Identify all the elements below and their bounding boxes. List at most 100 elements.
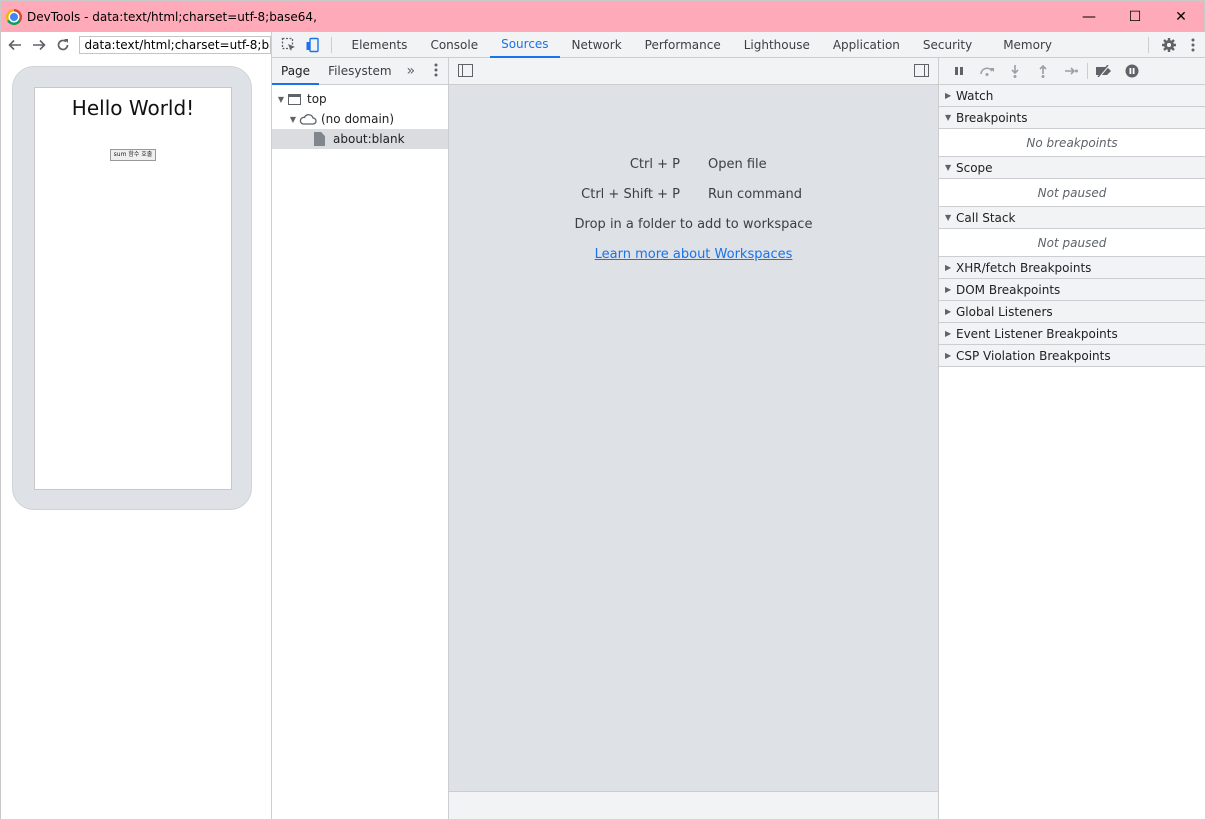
cloud-icon [299, 113, 317, 125]
expanded-triangle-icon: ▼ [945, 213, 952, 222]
preview-nav-bar: data:text/html;charset=utf-8;base64, [1, 32, 272, 57]
section-title: Event Listener Breakpoints [956, 326, 1118, 341]
call-stack-empty-message: Not paused [939, 229, 1205, 257]
collapsed-triangle-icon: ▶ [945, 91, 952, 100]
workspace-drop-text: Drop in a folder to add to workspace [574, 217, 813, 232]
device-toolbar-icon[interactable] [301, 33, 325, 57]
expanded-triangle-icon: ▼ [945, 113, 952, 122]
scope-empty-message: Not paused [939, 179, 1205, 207]
shortcut-keys: Ctrl + P [629, 157, 680, 172]
step-into-icon[interactable] [1001, 59, 1029, 83]
tree-item-top[interactable]: ▼ top [272, 89, 448, 109]
tree-item-label: about:blank [333, 132, 405, 146]
tab-network[interactable]: Network [560, 32, 633, 58]
kebab-menu-icon[interactable] [1181, 33, 1205, 57]
step-out-icon[interactable] [1029, 59, 1057, 83]
minimize-button[interactable]: — [1066, 1, 1112, 33]
tab-performance[interactable]: Performance [633, 32, 732, 58]
toolbar-divider [1148, 37, 1149, 53]
tab-page[interactable]: Page [272, 58, 320, 85]
device-screen: Hello World! sum 함수 호출 [34, 87, 232, 490]
tab-lighthouse[interactable]: Lighthouse [732, 32, 821, 58]
collapsed-triangle-icon: ▶ [945, 307, 952, 316]
section-title: Global Listeners [956, 304, 1053, 319]
tab-sources[interactable]: Sources [489, 32, 561, 58]
pause-on-exceptions-icon[interactable] [1118, 59, 1146, 83]
toolbar-divider [1087, 63, 1088, 79]
collapsed-triangle-icon: ▶ [945, 285, 952, 294]
tab-memory[interactable]: Memory [992, 32, 1064, 58]
tree-item-label: (no domain) [321, 112, 395, 126]
tree-item-label: top [307, 92, 327, 106]
device-frame: Hello World! sum 함수 호출 [12, 66, 252, 510]
toggle-navigator-icon[interactable] [458, 64, 473, 77]
watch-section-header[interactable]: ▶ Watch [939, 85, 1205, 107]
devtools-settings-area [1142, 32, 1205, 58]
url-field[interactable]: data:text/html;charset=utf-8;base64, [78, 35, 272, 54]
page-heading: Hello World! [71, 96, 195, 120]
toggle-debugger-icon[interactable] [914, 64, 929, 77]
tab-filesystem[interactable]: Filesystem [319, 58, 400, 85]
section-title: Breakpoints [956, 110, 1028, 125]
tab-security[interactable]: Security [911, 32, 983, 58]
tab-application[interactable]: Application [821, 32, 911, 58]
window-title: DevTools - data:text/html;charset=utf-8;… [27, 9, 317, 24]
collapsed-triangle-icon: ▶ [945, 351, 952, 360]
section-title: Call Stack [956, 210, 1016, 225]
more-tabs-icon[interactable]: » [407, 63, 416, 79]
shortcut-description: Run command [708, 187, 802, 202]
breakpoints-empty-message: No breakpoints [939, 129, 1205, 157]
frame-icon [288, 93, 301, 105]
navigator-menu-icon[interactable] [434, 63, 438, 81]
navigator-tabs: Page Filesystem » [272, 58, 448, 85]
debugger-toolbar [939, 58, 1205, 85]
xhr-breakpoints-section-header[interactable]: ▶ XHR/fetch Breakpoints [939, 257, 1205, 279]
call-stack-section-header[interactable]: ▼ Call Stack [939, 207, 1205, 229]
deactivate-breakpoints-icon[interactable] [1090, 59, 1118, 83]
sum-call-button[interactable]: sum 함수 호출 [110, 149, 156, 161]
inspect-element-icon[interactable] [277, 33, 301, 57]
close-button[interactable]: ✕ [1158, 1, 1204, 33]
chrome-logo-icon [6, 8, 22, 25]
forward-arrow-icon[interactable] [29, 35, 49, 55]
editor-toolbar [449, 58, 938, 85]
maximize-button[interactable]: ☐ [1112, 1, 1158, 33]
gear-icon[interactable] [1157, 33, 1181, 57]
title-bar: DevTools - data:text/html;charset=utf-8;… [0, 0, 1205, 32]
section-title: DOM Breakpoints [956, 282, 1061, 297]
expanded-triangle-icon: ▼ [945, 163, 952, 172]
section-title: Scope [956, 160, 993, 175]
expand-triangle-icon[interactable]: ▼ [276, 95, 286, 104]
file-icon [314, 132, 325, 146]
tree-item-about-blank[interactable]: about:blank [272, 129, 448, 149]
expand-triangle-icon[interactable]: ▼ [288, 115, 298, 124]
tab-console[interactable]: Console [419, 32, 490, 58]
devtools-tab-bar: Elements Console Sources Network Perform… [272, 32, 1205, 58]
window-controls: — ☐ ✕ [1066, 1, 1204, 33]
global-listeners-section-header[interactable]: ▶ Global Listeners [939, 301, 1205, 323]
device-preview-pane: data:text/html;charset=utf-8;base64, Hel… [0, 32, 272, 819]
section-title: Watch [956, 88, 994, 103]
csp-violation-breakpoints-section-header[interactable]: ▶ CSP Violation Breakpoints [939, 345, 1205, 367]
scope-section-header[interactable]: ▼ Scope [939, 157, 1205, 179]
sources-editor: Ctrl + P Open file Ctrl + Shift + P Run … [449, 58, 938, 819]
shortcut-keys: Ctrl + Shift + P [581, 187, 680, 202]
shortcut-description: Open file [708, 157, 767, 172]
step-over-icon[interactable] [973, 59, 1001, 83]
tree-item-no-domain[interactable]: ▼ (no domain) [272, 109, 448, 129]
back-arrow-icon[interactable] [5, 35, 25, 55]
pause-icon[interactable] [945, 59, 973, 83]
step-icon[interactable] [1057, 59, 1085, 83]
learn-workspaces-link[interactable]: Learn more about Workspaces [449, 247, 938, 262]
editor-footer [449, 791, 938, 819]
collapsed-triangle-icon: ▶ [945, 329, 952, 338]
tab-elements[interactable]: Elements [340, 32, 419, 58]
collapsed-triangle-icon: ▶ [945, 263, 952, 272]
breakpoints-section-header[interactable]: ▼ Breakpoints [939, 107, 1205, 129]
reload-icon[interactable] [53, 35, 73, 55]
devtools-panel: Elements Console Sources Network Perform… [272, 32, 1205, 819]
event-listener-breakpoints-section-header[interactable]: ▶ Event Listener Breakpoints [939, 323, 1205, 345]
toolbar-divider [331, 36, 332, 53]
dom-breakpoints-section-header[interactable]: ▶ DOM Breakpoints [939, 279, 1205, 301]
section-title: XHR/fetch Breakpoints [956, 260, 1092, 275]
